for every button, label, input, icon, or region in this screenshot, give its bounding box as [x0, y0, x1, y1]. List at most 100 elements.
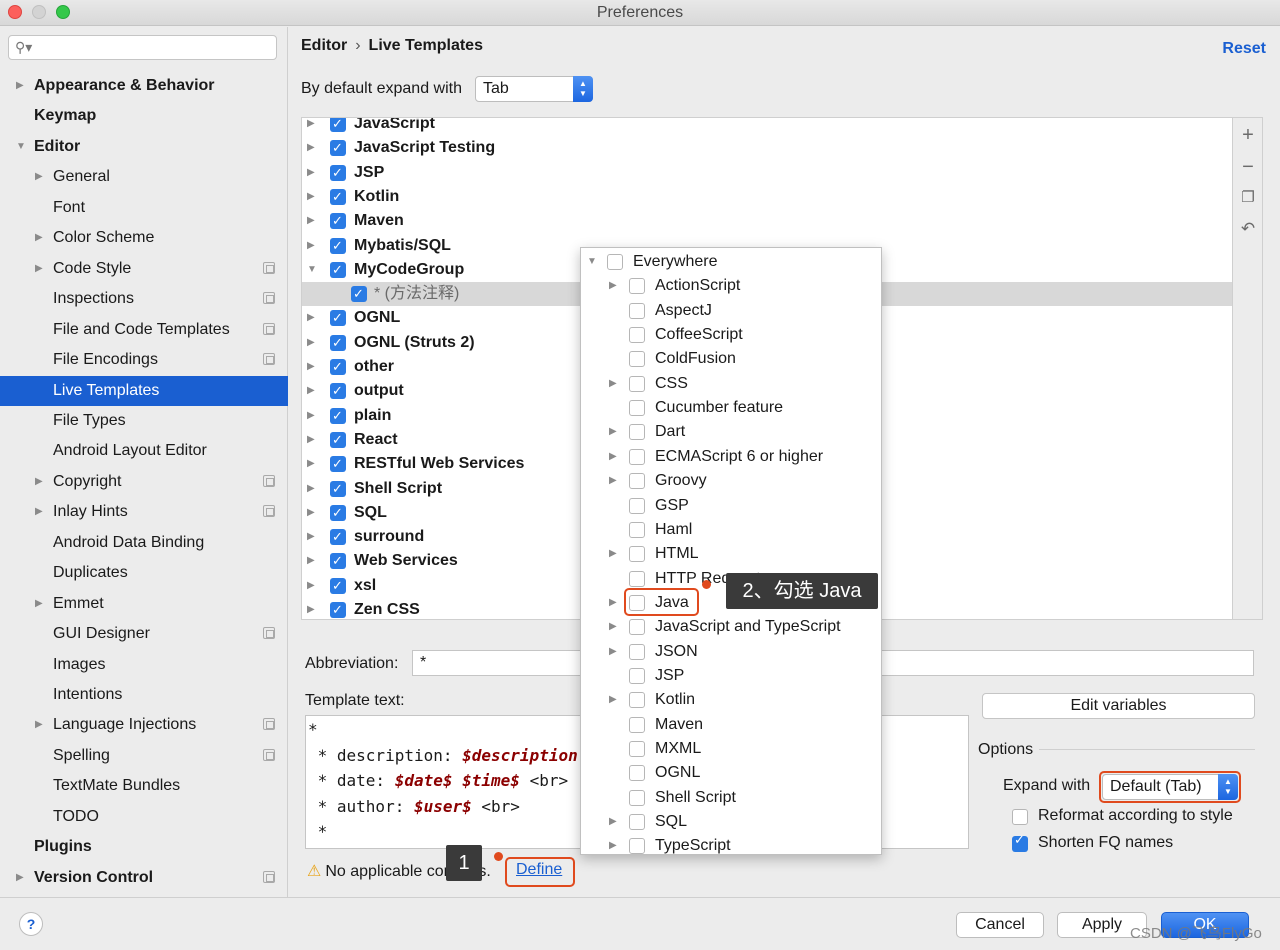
context-checkbox[interactable]	[629, 448, 645, 465]
sidebar-item-file-encodings[interactable]: File Encodings	[0, 345, 288, 375]
context-item-gsp[interactable]: GSP	[581, 494, 881, 518]
context-item-javascript-and-typescript[interactable]: ▶ JavaScript and TypeScript	[581, 615, 881, 639]
sidebar-item-appearance-behavior[interactable]: ▶ Appearance & Behavior	[0, 71, 288, 101]
chevron-right-icon[interactable]: ▶	[307, 574, 315, 598]
template-checkbox[interactable]	[330, 379, 346, 403]
context-item-mxml[interactable]: MXML	[581, 737, 881, 761]
plus-icon[interactable]: +	[1239, 125, 1257, 145]
template-checkbox[interactable]	[330, 258, 346, 282]
context-item-cucumber-feature[interactable]: Cucumber feature	[581, 396, 881, 420]
sidebar-item-spelling[interactable]: Spelling	[0, 741, 288, 771]
context-checkbox[interactable]	[629, 521, 645, 538]
context-item-html[interactable]: ▶ HTML	[581, 542, 881, 566]
chevron-right-icon[interactable]: ▶	[307, 136, 315, 160]
chevron-right-icon[interactable]: ▶	[16, 863, 24, 893]
sidebar-item-copyright[interactable]: ▶ Copyright	[0, 467, 288, 497]
context-item-aspectj[interactable]: AspectJ	[581, 299, 881, 323]
template-group-javascript-testing[interactable]: ▶ JavaScript Testing	[302, 136, 1232, 160]
sidebar-item-duplicates[interactable]: Duplicates	[0, 558, 288, 588]
context-item-ognl[interactable]: OGNL	[581, 761, 881, 785]
template-checkbox[interactable]	[330, 477, 346, 501]
chevron-right-icon[interactable]: ▶	[307, 404, 315, 428]
sidebar-item-todo[interactable]: TODO	[0, 802, 288, 832]
chevron-right-icon[interactable]: ▶	[307, 355, 315, 379]
shorten-fq-checkbox[interactable]	[1012, 832, 1028, 852]
context-checkbox[interactable]	[629, 789, 645, 806]
close-window-button[interactable]	[8, 5, 22, 19]
chevron-right-icon[interactable]: ▶	[609, 542, 617, 566]
shorten-fq-option[interactable]: Shorten FQ names	[1012, 832, 1252, 854]
context-checkbox[interactable]	[629, 619, 645, 636]
context-checkbox[interactable]	[629, 424, 645, 441]
chevron-right-icon[interactable]: ▶	[307, 379, 315, 403]
edit-variables-button[interactable]: Edit variables	[982, 693, 1255, 719]
minimize-window-button[interactable]	[32, 5, 46, 19]
chevron-right-icon[interactable]: ▶	[609, 810, 617, 834]
undo-icon[interactable]: ↶	[1239, 220, 1257, 238]
sidebar-item-file-and-code-templates[interactable]: File and Code Templates	[0, 315, 288, 345]
chevron-right-icon[interactable]: ▶	[307, 549, 315, 573]
chevron-right-icon[interactable]: ▶	[35, 254, 43, 284]
sidebar-item-general[interactable]: ▶ General	[0, 162, 288, 192]
sidebar-item-language-injections[interactable]: ▶ Language Injections	[0, 710, 288, 740]
chevron-right-icon[interactable]: ▶	[609, 591, 617, 615]
chevron-down-icon[interactable]: ▼	[587, 250, 597, 274]
context-checkbox[interactable]	[629, 327, 645, 344]
chevron-right-icon[interactable]: ▶	[307, 331, 315, 355]
default-expand-select[interactable]: Tab ▲ ▼	[475, 76, 593, 102]
chevron-right-icon[interactable]: ▶	[609, 274, 617, 298]
help-button[interactable]: ?	[19, 912, 43, 936]
copy-icon[interactable]: ❐	[1239, 189, 1257, 207]
template-checkbox[interactable]	[330, 136, 346, 160]
sidebar-item-inspections[interactable]: Inspections	[0, 284, 288, 314]
context-checkbox[interactable]	[629, 765, 645, 782]
context-checkbox[interactable]	[629, 838, 645, 854]
context-item-maven[interactable]: Maven	[581, 713, 881, 737]
sidebar-item-gui-designer[interactable]: GUI Designer	[0, 619, 288, 649]
context-checkbox[interactable]	[629, 667, 645, 684]
reformat-checkbox[interactable]	[1012, 809, 1028, 825]
chevron-right-icon[interactable]: ▶	[35, 162, 43, 192]
chevron-right-icon[interactable]: ▶	[307, 161, 315, 185]
chevron-right-icon[interactable]: ▶	[609, 640, 617, 664]
template-checkbox[interactable]	[330, 598, 346, 619]
context-item-sql[interactable]: ▶ SQL	[581, 810, 881, 834]
cancel-button[interactable]: Cancel	[956, 912, 1044, 938]
template-checkbox[interactable]	[330, 355, 346, 379]
context-checkbox[interactable]	[629, 643, 645, 660]
template-checkbox[interactable]	[330, 525, 346, 549]
context-checkbox[interactable]	[629, 400, 645, 417]
template-checkbox[interactable]	[330, 501, 346, 525]
sidebar-item-android-layout-editor[interactable]: Android Layout Editor	[0, 436, 288, 466]
chevron-right-icon[interactable]: ▶	[35, 223, 43, 253]
template-group-javascript[interactable]: ▶ JavaScript	[302, 118, 1232, 136]
settings-search-input[interactable]: ⚲▾	[8, 35, 277, 60]
chevron-down-icon[interactable]: ▼	[307, 258, 317, 282]
template-checkbox[interactable]	[330, 118, 346, 136]
chevron-right-icon[interactable]: ▶	[609, 372, 617, 396]
chevron-right-icon[interactable]: ▶	[609, 834, 617, 854]
template-checkbox[interactable]	[330, 549, 346, 573]
template-checkbox[interactable]	[330, 161, 346, 185]
context-checkbox[interactable]	[629, 546, 645, 563]
template-checkbox[interactable]	[330, 428, 346, 452]
chevron-right-icon[interactable]: ▶	[307, 525, 315, 549]
chevron-right-icon[interactable]: ▶	[307, 477, 315, 501]
context-item-typescript[interactable]: ▶ TypeScript	[581, 834, 881, 854]
sidebar-item-intentions[interactable]: Intentions	[0, 680, 288, 710]
context-item-everywhere[interactable]: ▼ Everywhere	[581, 250, 881, 274]
chevron-right-icon[interactable]: ▶	[307, 428, 315, 452]
sidebar-item-emmet[interactable]: ▶ Emmet	[0, 589, 288, 619]
sidebar-item-images[interactable]: Images	[0, 650, 288, 680]
context-checkbox[interactable]	[629, 278, 645, 295]
context-item-actionscript[interactable]: ▶ ActionScript	[581, 274, 881, 298]
context-checkbox[interactable]	[629, 473, 645, 490]
context-checkbox[interactable]	[629, 375, 645, 392]
context-item-groovy[interactable]: ▶ Groovy	[581, 469, 881, 493]
chevron-right-icon[interactable]: ▶	[35, 589, 43, 619]
context-item-coldfusion[interactable]: ColdFusion	[581, 347, 881, 371]
sidebar-item-version-control[interactable]: ▶ Version Control	[0, 863, 288, 893]
template-checkbox[interactable]	[330, 185, 346, 209]
context-checkbox[interactable]	[629, 741, 645, 757]
chevron-right-icon[interactable]: ▶	[609, 615, 617, 639]
